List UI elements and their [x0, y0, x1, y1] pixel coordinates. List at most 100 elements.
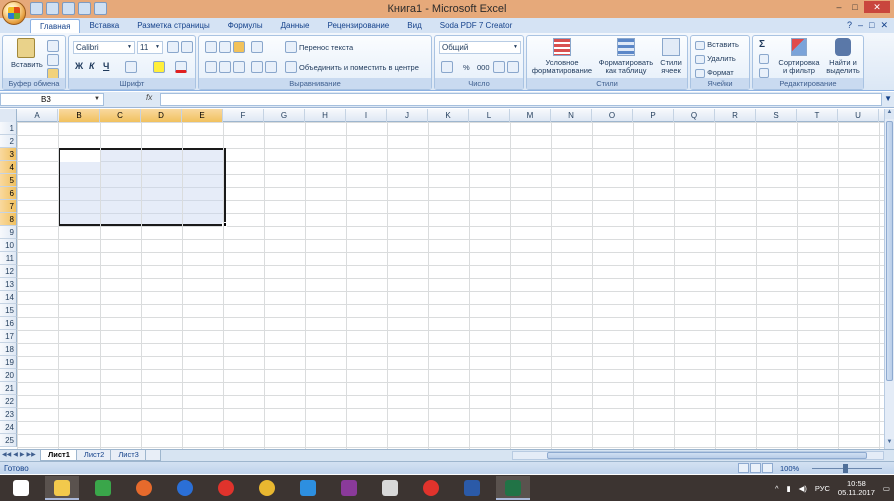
row-header-22[interactable]: 22	[0, 395, 17, 408]
currency-format-icon[interactable]	[441, 61, 453, 73]
column-header-b[interactable]: B	[59, 109, 100, 122]
cell-area[interactable]	[17, 122, 884, 449]
align-center-icon[interactable]	[219, 61, 231, 73]
shrink-font-icon[interactable]	[181, 41, 193, 53]
name-box[interactable]: B3	[0, 93, 104, 106]
column-header-s[interactable]: S	[756, 109, 797, 122]
cell-styles-button[interactable]: Стили ячеек	[655, 38, 687, 75]
tab-formulas[interactable]: Формулы	[219, 19, 272, 33]
taskbar-file-explorer-button[interactable]	[45, 476, 79, 500]
normal-view-icon[interactable]	[738, 463, 749, 473]
last-sheet-icon[interactable]: ▶▶	[26, 451, 35, 458]
column-header-a[interactable]: A	[17, 109, 58, 122]
column-header-l[interactable]: L	[469, 109, 510, 122]
number-format-select[interactable]: Общий ▼	[439, 41, 521, 54]
column-header-r[interactable]: R	[715, 109, 756, 122]
column-header-e[interactable]: E	[182, 109, 223, 122]
format-cells-button[interactable]: Формат	[695, 68, 734, 78]
tab-data[interactable]: Данные	[272, 19, 319, 33]
taskbar-yandex-button[interactable]	[414, 476, 448, 500]
row-header-25[interactable]: 25	[0, 434, 17, 447]
page-break-view-icon[interactable]	[762, 463, 773, 473]
sheet-tab-3[interactable]: Лист3	[110, 450, 147, 461]
next-sheet-icon[interactable]: ▶	[20, 451, 25, 458]
increase-decimal-icon[interactable]	[493, 61, 505, 73]
row-header-13[interactable]: 13	[0, 278, 17, 291]
scroll-down-icon[interactable]: ▼	[885, 439, 894, 449]
column-header-k[interactable]: K	[428, 109, 469, 122]
tab-insert[interactable]: Вставка	[80, 19, 128, 33]
column-header-o[interactable]: O	[592, 109, 633, 122]
column-header-j[interactable]: J	[387, 109, 428, 122]
clear-icon[interactable]	[759, 68, 769, 78]
scroll-up-icon[interactable]: ▲	[885, 109, 894, 119]
tray-arrow-icon[interactable]: ^	[775, 484, 779, 493]
volume-icon[interactable]: ◀)	[799, 484, 807, 493]
select-all-button[interactable]	[0, 109, 17, 122]
tab-review[interactable]: Рецензирование	[318, 19, 398, 33]
selected-range[interactable]	[58, 148, 227, 227]
column-header-t[interactable]: T	[797, 109, 838, 122]
maximize-button[interactable]: □	[848, 1, 862, 13]
tab-soda-pdf[interactable]: Soda PDF 7 Creator	[431, 19, 521, 33]
name-box-dropdown-icon[interactable]: ▼	[94, 96, 100, 102]
taskbar-help-button[interactable]	[168, 476, 202, 500]
notifications-icon[interactable]: ▭	[883, 484, 890, 493]
row-header-23[interactable]: 23	[0, 408, 17, 421]
thousands-button[interactable]: 000	[477, 63, 490, 72]
column-header-f[interactable]: F	[223, 109, 264, 122]
row-header-1[interactable]: 1	[0, 122, 17, 135]
taskbar-start-button[interactable]	[4, 476, 38, 500]
column-header-h[interactable]: H	[305, 109, 346, 122]
wrap-text-button[interactable]: Перенос текста	[299, 43, 353, 52]
row-header-9[interactable]: 9	[0, 226, 17, 239]
align-right-icon[interactable]	[233, 61, 245, 73]
tab-home[interactable]: Главная	[30, 19, 81, 33]
column-header-m[interactable]: M	[510, 109, 551, 122]
row-header-19[interactable]: 19	[0, 356, 17, 369]
row-header-4[interactable]: 4	[0, 161, 17, 174]
taskbar-firefox-button[interactable]	[127, 476, 161, 500]
network-icon[interactable]: ▮	[786, 484, 790, 493]
column-header-i[interactable]: I	[346, 109, 387, 122]
align-middle-icon[interactable]	[219, 41, 231, 53]
sort-filter-button[interactable]: Сортировка и фильтр	[777, 38, 821, 75]
page-layout-view-icon[interactable]	[750, 463, 761, 473]
row-header-20[interactable]: 20	[0, 369, 17, 382]
grow-font-icon[interactable]	[167, 41, 179, 53]
autosum-button[interactable]: Σ	[759, 39, 765, 50]
row-header-21[interactable]: 21	[0, 382, 17, 395]
ribbon-restore-icon[interactable]: □	[869, 20, 874, 31]
first-sheet-icon[interactable]: ◀◀	[2, 451, 11, 458]
fill-icon[interactable]	[759, 54, 769, 64]
row-header-12[interactable]: 12	[0, 265, 17, 278]
prev-sheet-icon[interactable]: ◀	[13, 451, 18, 458]
language-indicator[interactable]: РУС	[815, 484, 830, 493]
row-header-8[interactable]: 8	[0, 213, 17, 226]
row-header-7[interactable]: 7	[0, 200, 17, 213]
row-header-24[interactable]: 24	[0, 421, 17, 434]
tab-page-layout[interactable]: Разметка страницы	[128, 19, 219, 33]
find-select-button[interactable]: Найти и выделить	[823, 38, 863, 75]
workbook-close-icon[interactable]: ✕	[880, 20, 888, 31]
align-left-icon[interactable]	[205, 61, 217, 73]
sheet-tab-2[interactable]: Лист2	[75, 450, 113, 461]
decrease-decimal-icon[interactable]	[507, 61, 519, 73]
taskbar-store-button[interactable]	[86, 476, 120, 500]
align-top-icon[interactable]	[205, 41, 217, 53]
row-header-18[interactable]: 18	[0, 343, 17, 356]
taskbar-chrome-button[interactable]	[250, 476, 284, 500]
vertical-scrollbar[interactable]: ▲ ▼	[884, 109, 894, 449]
column-header-q[interactable]: Q	[674, 109, 715, 122]
column-header-u[interactable]: U	[838, 109, 879, 122]
tab-view[interactable]: Вид	[398, 19, 430, 33]
column-header-d[interactable]: D	[141, 109, 182, 122]
row-header-11[interactable]: 11	[0, 252, 17, 265]
row-header-10[interactable]: 10	[0, 239, 17, 252]
row-header-3[interactable]: 3	[0, 148, 17, 161]
column-header-c[interactable]: C	[100, 109, 141, 122]
taskbar-yandex-browser-button[interactable]	[373, 476, 407, 500]
row-header-16[interactable]: 16	[0, 317, 17, 330]
taskbar-internet-explorer-button[interactable]	[291, 476, 325, 500]
percent-button[interactable]: %	[463, 63, 470, 72]
